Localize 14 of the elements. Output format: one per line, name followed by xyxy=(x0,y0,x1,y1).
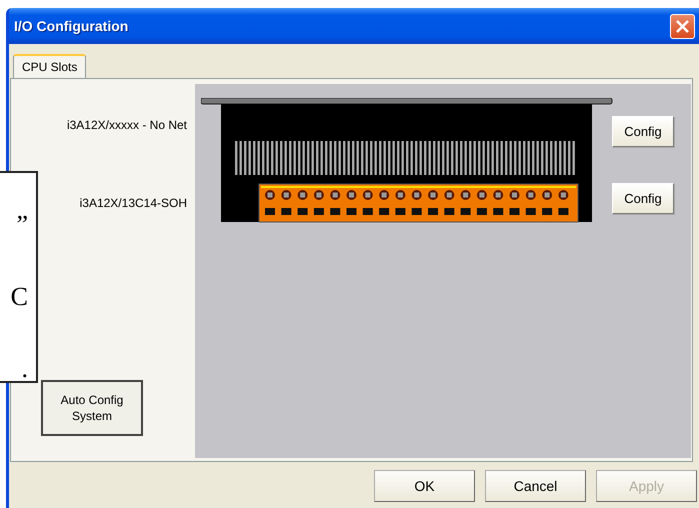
dialog-button[interactable]: OK xyxy=(374,470,475,502)
close-icon xyxy=(675,18,690,34)
window-title: I/O Configuration xyxy=(14,18,128,34)
note-text: ” xyxy=(16,209,28,241)
close-button[interactable] xyxy=(670,14,695,38)
config-button[interactable]: Config xyxy=(612,116,674,147)
note-text: . xyxy=(22,353,28,385)
slot-label: i3A12X/xxxxx - No Net xyxy=(66,117,187,133)
dialog-button[interactable]: Cancel xyxy=(485,470,586,502)
note-text: C xyxy=(10,281,28,313)
config-button[interactable]: Config xyxy=(612,183,674,214)
tab[interactable]: CPU Slots xyxy=(13,54,86,78)
auto-config-button[interactable]: Auto Config System xyxy=(41,380,143,436)
slot-label: i3A12X/13C14-SOH xyxy=(80,195,187,211)
